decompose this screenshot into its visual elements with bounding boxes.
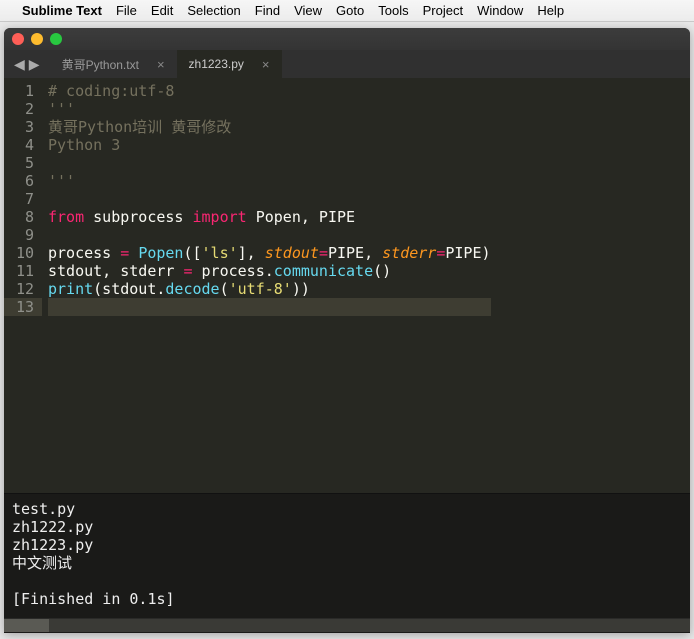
nav-forward-icon[interactable]: ▶ bbox=[29, 56, 40, 73]
code-token: stderr bbox=[382, 244, 436, 262]
menu-find[interactable]: Find bbox=[255, 3, 280, 18]
code-line[interactable]: from subprocess import Popen, PIPE bbox=[48, 208, 491, 226]
code-line[interactable] bbox=[48, 298, 491, 316]
code-token: # coding:utf-8 bbox=[48, 82, 174, 100]
menu-help[interactable]: Help bbox=[537, 3, 564, 18]
code-token: import bbox=[193, 208, 247, 226]
console-line: [Finished in 0.1s] bbox=[12, 590, 682, 608]
nav-arrows: ◀ ▶ bbox=[4, 50, 50, 78]
console-line: test.py bbox=[12, 500, 682, 518]
line-number: 6 bbox=[8, 172, 34, 190]
code-token: = bbox=[183, 262, 192, 280]
tab-label: 黄哥Python.txt bbox=[62, 56, 139, 73]
tab-inactive[interactable]: 黄哥Python.txt × bbox=[50, 50, 177, 78]
line-number: 5 bbox=[8, 154, 34, 172]
line-number: 9 bbox=[8, 226, 34, 244]
menu-edit[interactable]: Edit bbox=[151, 3, 173, 18]
code-token: ''' bbox=[48, 100, 75, 118]
menu-goto[interactable]: Goto bbox=[336, 3, 364, 18]
code-editor[interactable]: 12345678910111213 # coding:utf-8'''黄哥Pyt… bbox=[4, 78, 690, 493]
code-token: print bbox=[48, 280, 93, 298]
code-token: 黄哥Python培训 黄哥修改 bbox=[48, 118, 231, 136]
line-number-gutter: 12345678910111213 bbox=[4, 78, 42, 493]
code-token: Popen bbox=[138, 244, 183, 262]
console-line: zh1222.py bbox=[12, 518, 682, 536]
menubar-app-name[interactable]: Sublime Text bbox=[22, 3, 102, 18]
close-tab-icon[interactable]: × bbox=[157, 57, 165, 72]
code-token: ( bbox=[220, 280, 229, 298]
code-token: Python 3 bbox=[48, 136, 120, 154]
close-tab-icon[interactable]: × bbox=[262, 57, 270, 72]
code-token: stdout bbox=[265, 244, 319, 262]
code-line[interactable] bbox=[48, 190, 491, 208]
code-token: stdout, stderr bbox=[48, 262, 183, 280]
code-token: subprocess bbox=[84, 208, 192, 226]
code-line[interactable]: 黄哥Python培训 黄哥修改 bbox=[48, 118, 491, 136]
tab-bar: ◀ ▶ 黄哥Python.txt × zh1223.py × bbox=[4, 50, 690, 78]
code-token: )) bbox=[292, 280, 310, 298]
zoom-window-icon[interactable] bbox=[50, 33, 62, 45]
line-number: 1 bbox=[8, 82, 34, 100]
nav-back-icon[interactable]: ◀ bbox=[14, 56, 25, 73]
line-number: 13 bbox=[4, 298, 42, 316]
minimize-window-icon[interactable] bbox=[31, 33, 43, 45]
menu-file[interactable]: File bbox=[116, 3, 137, 18]
code-token: from bbox=[48, 208, 84, 226]
line-number: 8 bbox=[8, 208, 34, 226]
build-output-panel[interactable]: test.pyzh1222.pyzh1223.py中文测试 [Finished … bbox=[4, 493, 690, 633]
code-token: PIPE, bbox=[328, 244, 382, 262]
line-number: 10 bbox=[8, 244, 34, 262]
code-token: 'utf-8' bbox=[229, 280, 292, 298]
tab-label: zh1223.py bbox=[189, 57, 244, 71]
code-line[interactable]: Python 3 bbox=[48, 136, 491, 154]
menu-view[interactable]: View bbox=[294, 3, 322, 18]
line-number: 11 bbox=[8, 262, 34, 280]
code-token: Popen, PIPE bbox=[247, 208, 355, 226]
code-token: = bbox=[120, 244, 129, 262]
code-token: PIPE) bbox=[445, 244, 490, 262]
code-token: decode bbox=[165, 280, 219, 298]
code-content[interactable]: # coding:utf-8'''黄哥Python培训 黄哥修改Python 3… bbox=[42, 78, 491, 493]
code-line[interactable]: ''' bbox=[48, 172, 491, 190]
menu-project[interactable]: Project bbox=[423, 3, 463, 18]
menu-window[interactable]: Window bbox=[477, 3, 523, 18]
code-token: communicate bbox=[274, 262, 373, 280]
code-token: () bbox=[373, 262, 391, 280]
code-token bbox=[129, 244, 138, 262]
line-number: 7 bbox=[8, 190, 34, 208]
macos-menubar: Sublime Text File Edit Selection Find Vi… bbox=[0, 0, 694, 22]
menu-selection[interactable]: Selection bbox=[187, 3, 240, 18]
code-token: 'ls' bbox=[202, 244, 238, 262]
console-line: zh1223.py bbox=[12, 536, 682, 554]
line-number: 12 bbox=[8, 280, 34, 298]
line-number: 4 bbox=[8, 136, 34, 154]
code-line[interactable]: stdout, stderr = process.communicate() bbox=[48, 262, 491, 280]
code-token: process. bbox=[193, 262, 274, 280]
code-token: ([ bbox=[183, 244, 201, 262]
code-line[interactable] bbox=[48, 154, 491, 172]
code-token: = bbox=[319, 244, 328, 262]
code-line[interactable]: process = Popen(['ls'], stdout=PIPE, std… bbox=[48, 244, 491, 262]
code-line[interactable]: ''' bbox=[48, 100, 491, 118]
scrollbar-thumb[interactable] bbox=[4, 619, 49, 632]
code-token: (stdout. bbox=[93, 280, 165, 298]
console-line bbox=[12, 572, 682, 590]
minimap[interactable] bbox=[676, 78, 690, 493]
code-token: process bbox=[48, 244, 120, 262]
code-line[interactable] bbox=[48, 226, 491, 244]
sublime-window: ◀ ▶ 黄哥Python.txt × zh1223.py × 123456789… bbox=[4, 28, 690, 633]
console-line: 中文测试 bbox=[12, 554, 682, 572]
line-number: 2 bbox=[8, 100, 34, 118]
tab-active[interactable]: zh1223.py × bbox=[177, 50, 282, 78]
console-horizontal-scrollbar[interactable] bbox=[4, 618, 690, 632]
menu-tools[interactable]: Tools bbox=[378, 3, 408, 18]
code-line[interactable]: # coding:utf-8 bbox=[48, 82, 491, 100]
window-titlebar[interactable] bbox=[4, 28, 690, 50]
code-token: ], bbox=[238, 244, 265, 262]
code-line[interactable]: print(stdout.decode('utf-8')) bbox=[48, 280, 491, 298]
close-window-icon[interactable] bbox=[12, 33, 24, 45]
line-number: 3 bbox=[8, 118, 34, 136]
code-token: ''' bbox=[48, 172, 75, 190]
